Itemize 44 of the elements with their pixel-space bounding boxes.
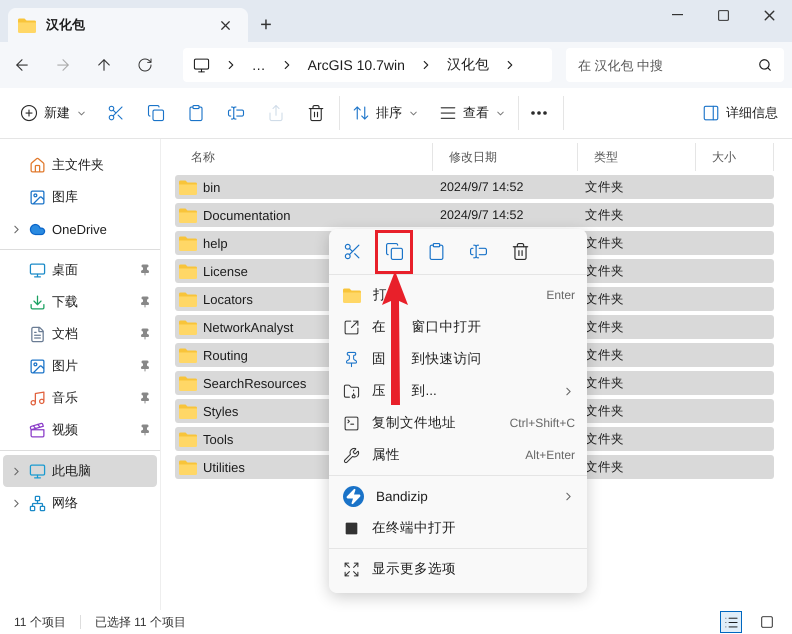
date-cell-text: 2024/9/7 14:52 bbox=[439, 180, 524, 194]
selection-count: 已选择 11 个项目 bbox=[94, 614, 186, 630]
file-name: NetworkAnalyst bbox=[203, 320, 294, 334]
shortcut-text: Alt+Enter bbox=[525, 448, 575, 462]
type-cell-text: 文件夹 bbox=[584, 178, 625, 196]
tab-title: 汉化包 bbox=[46, 16, 86, 34]
menu-label: 显示更多选项 bbox=[372, 560, 456, 578]
menu-label: 到快速访问 bbox=[412, 350, 482, 368]
menu-label: 在终端中打开 bbox=[372, 519, 456, 537]
sidebar-label: OneDrive bbox=[52, 222, 108, 236]
menu-label: 固 bbox=[372, 350, 386, 368]
sidebar-label: 主文件夹 bbox=[52, 156, 105, 174]
file-name: bin bbox=[203, 180, 220, 194]
sidebar-label: 音乐 bbox=[52, 389, 79, 407]
shortcut-text: Ctrl+Shift+C bbox=[510, 416, 575, 430]
item-count: 11 个项目 bbox=[14, 614, 66, 630]
file-name: Tools bbox=[203, 432, 234, 446]
sidebar-label: 此电脑 bbox=[52, 462, 92, 480]
menu-label: 到... bbox=[412, 382, 437, 400]
menu-label: 窗口中打开 bbox=[412, 318, 482, 336]
file-name: SearchResources bbox=[203, 376, 306, 390]
type-cell-text: 文件夹 bbox=[584, 206, 625, 224]
file-name: Utilities bbox=[203, 460, 245, 474]
sidebar-label: 图片 bbox=[52, 357, 79, 375]
file-name: Styles bbox=[203, 404, 238, 418]
shortcut-text: Enter bbox=[546, 288, 575, 302]
sidebar-label: 视频 bbox=[52, 421, 79, 439]
menu-label: 打 bbox=[373, 286, 387, 304]
sidebar-label: 图库 bbox=[52, 188, 79, 206]
file-name: Locators bbox=[203, 292, 253, 306]
date-cell-text: 2024/9/7 14:52 bbox=[439, 208, 524, 222]
file-name: License bbox=[203, 264, 248, 278]
file-name: Routing bbox=[203, 348, 248, 362]
sidebar-label: 网络 bbox=[52, 494, 79, 512]
sidebar-label: 下载 bbox=[52, 293, 79, 311]
sidebar-label: 桌面 bbox=[52, 261, 79, 279]
menu-label: 属性 bbox=[372, 446, 400, 464]
sidebar-label: 文档 bbox=[52, 325, 79, 343]
menu-label: 复制文件地址 bbox=[372, 414, 456, 432]
menu-label: 在 bbox=[372, 318, 386, 336]
file-name: help bbox=[203, 236, 228, 250]
menu-label: Bandizip bbox=[376, 488, 428, 504]
file-name: Documentation bbox=[203, 208, 290, 222]
menu-label: 压 bbox=[372, 382, 386, 400]
